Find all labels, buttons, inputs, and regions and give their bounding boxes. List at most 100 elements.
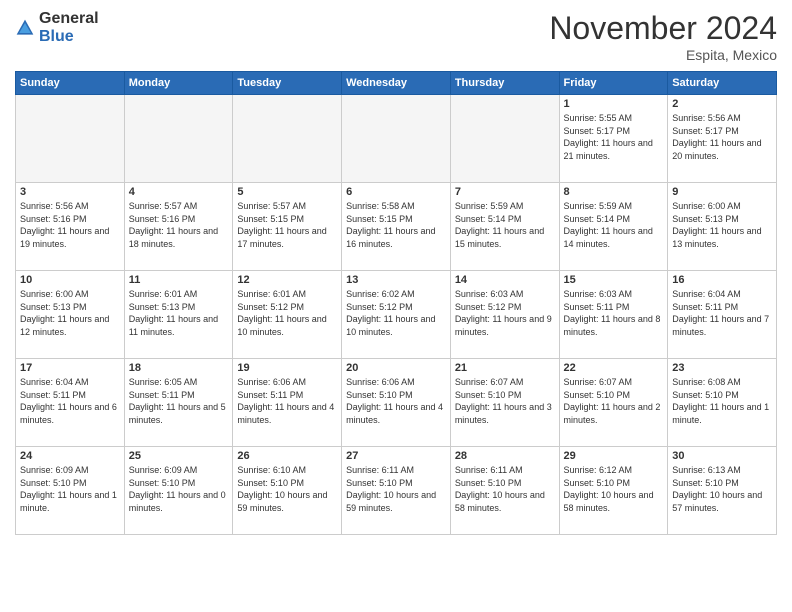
day-info: Sunrise: 6:05 AMSunset: 5:11 PMDaylight:… [129, 376, 229, 426]
calendar-cell: 1 Sunrise: 5:55 AMSunset: 5:17 PMDaylight… [559, 95, 668, 183]
day-number: 8 [564, 186, 664, 198]
calendar-cell: 10Sunrise: 6:00 AMSunset: 5:13 PMDayligh… [16, 271, 125, 359]
calendar-cell [124, 95, 233, 183]
calendar-cell: 15 Sunrise: 6:03 AMSunset: 5:11 PMDayligh… [559, 271, 668, 359]
logo-blue: Blue [39, 28, 74, 45]
day-info: Sunrise: 6:09 AMSunset: 5:10 PMDaylight:… [20, 464, 120, 514]
day-info: Sunrise: 5:58 AMSunset: 5:15 PMDaylight:… [346, 200, 446, 250]
day-info: Sunrise: 6:03 AMSunset: 5:12 PMDaylight:… [455, 288, 555, 338]
calendar-cell: 12 Sunrise: 6:01 AMSunset: 5:12 PMDayligh… [233, 271, 342, 359]
calendar-cell: 3 Sunrise: 5:56 AMSunset: 5:16 PMDaylight… [16, 183, 125, 271]
day-number: 27 [346, 450, 446, 462]
day-info: Sunrise: 6:07 AMSunset: 5:10 PMDaylight:… [455, 376, 555, 426]
day-number: 24 [20, 450, 120, 462]
calendar-week-row: 17 Sunrise: 6:04 AMSunset: 5:11 PMDayligh… [16, 359, 777, 447]
day-number: 1 [564, 98, 664, 110]
calendar-cell: 16Sunrise: 6:04 AMSunset: 5:11 PMDayligh… [668, 271, 777, 359]
calendar-cell: 14 Sunrise: 6:03 AMSunset: 5:12 PMDayligh… [450, 271, 559, 359]
weekday-header: Sunday [16, 72, 125, 95]
calendar-cell: 24 Sunrise: 6:09 AMSunset: 5:10 PMDayligh… [16, 447, 125, 535]
day-info: Sunrise: 6:09 AMSunset: 5:10 PMDaylight:… [129, 464, 229, 514]
day-number: 18 [129, 362, 229, 374]
calendar-week-row: 10Sunrise: 6:00 AMSunset: 5:13 PMDayligh… [16, 271, 777, 359]
calendar-cell [450, 95, 559, 183]
day-number: 13 [346, 274, 446, 286]
day-info: Sunrise: 6:13 AMSunset: 5:10 PMDaylight:… [672, 464, 772, 514]
day-info: Sunrise: 5:59 AMSunset: 5:14 PMDaylight:… [564, 200, 664, 250]
day-number: 17 [20, 362, 120, 374]
day-number: 15 [564, 274, 664, 286]
calendar-cell: 9 Sunrise: 6:00 AMSunset: 5:13 PMDaylight… [668, 183, 777, 271]
day-info: Sunrise: 5:56 AMSunset: 5:17 PMDaylight:… [672, 112, 772, 162]
day-info: Sunrise: 6:01 AMSunset: 5:13 PMDaylight:… [129, 288, 229, 338]
day-info: Sunrise: 6:01 AMSunset: 5:12 PMDaylight:… [237, 288, 337, 338]
weekday-header: Friday [559, 72, 668, 95]
day-info: Sunrise: 5:57 AMSunset: 5:16 PMDaylight:… [129, 200, 229, 250]
calendar-cell: 19Sunrise: 6:06 AMSunset: 5:11 PMDayligh… [233, 359, 342, 447]
day-info: Sunrise: 6:11 AMSunset: 5:10 PMDaylight:… [346, 464, 446, 514]
day-number: 2 [672, 98, 772, 110]
day-info: Sunrise: 6:08 AMSunset: 5:10 PMDaylight:… [672, 376, 772, 426]
page: General Blue November 2024 Espita, Mexic… [0, 0, 792, 612]
calendar-cell: 21 Sunrise: 6:07 AMSunset: 5:10 PMDayligh… [450, 359, 559, 447]
day-info: Sunrise: 5:56 AMSunset: 5:16 PMDaylight:… [20, 200, 120, 250]
day-number: 6 [346, 186, 446, 198]
calendar-week-row: 24 Sunrise: 6:09 AMSunset: 5:10 PMDayligh… [16, 447, 777, 535]
calendar-week-row: 1 Sunrise: 5:55 AMSunset: 5:17 PMDaylight… [16, 95, 777, 183]
logo-icon [15, 18, 35, 38]
calendar-cell: 17 Sunrise: 6:04 AMSunset: 5:11 PMDayligh… [16, 359, 125, 447]
day-number: 14 [455, 274, 555, 286]
day-number: 21 [455, 362, 555, 374]
calendar-cell: 23 Sunrise: 6:08 AMSunset: 5:10 PMDayligh… [668, 359, 777, 447]
calendar-cell: 5Sunrise: 5:57 AMSunset: 5:15 PMDaylight… [233, 183, 342, 271]
day-info: Sunrise: 6:03 AMSunset: 5:11 PMDaylight:… [564, 288, 664, 338]
calendar-cell [233, 95, 342, 183]
day-number: 5 [237, 186, 337, 198]
calendar-week-row: 3 Sunrise: 5:56 AMSunset: 5:16 PMDaylight… [16, 183, 777, 271]
day-number: 25 [129, 450, 229, 462]
calendar-cell: 25 Sunrise: 6:09 AMSunset: 5:10 PMDayligh… [124, 447, 233, 535]
calendar-cell: 26Sunrise: 6:10 AMSunset: 5:10 PMDayligh… [233, 447, 342, 535]
day-info: Sunrise: 6:07 AMSunset: 5:10 PMDaylight:… [564, 376, 664, 426]
calendar-cell: 22Sunrise: 6:07 AMSunset: 5:10 PMDayligh… [559, 359, 668, 447]
calendar-cell: 4 Sunrise: 5:57 AMSunset: 5:16 PMDaylight… [124, 183, 233, 271]
day-number: 19 [237, 362, 337, 374]
day-number: 20 [346, 362, 446, 374]
day-info: Sunrise: 6:04 AMSunset: 5:11 PMDaylight:… [20, 376, 120, 426]
weekday-header: Tuesday [233, 72, 342, 95]
day-info: Sunrise: 6:12 AMSunset: 5:10 PMDaylight:… [564, 464, 664, 514]
day-number: 28 [455, 450, 555, 462]
day-info: Sunrise: 6:00 AMSunset: 5:13 PMDaylight:… [672, 200, 772, 250]
day-number: 9 [672, 186, 772, 198]
calendar-cell: 29 Sunrise: 6:12 AMSunset: 5:10 PMDayligh… [559, 447, 668, 535]
calendar-cell: 11 Sunrise: 6:01 AMSunset: 5:13 PMDayligh… [124, 271, 233, 359]
day-number: 4 [129, 186, 229, 198]
location: Espita, Mexico [549, 47, 777, 63]
logo: General Blue [15, 10, 99, 45]
day-number: 11 [129, 274, 229, 286]
day-number: 10 [20, 274, 120, 286]
day-number: 23 [672, 362, 772, 374]
weekday-header: Thursday [450, 72, 559, 95]
calendar-cell: 30 Sunrise: 6:13 AMSunset: 5:10 PMDayligh… [668, 447, 777, 535]
calendar-cell: 18 Sunrise: 6:05 AMSunset: 5:11 PMDayligh… [124, 359, 233, 447]
calendar-cell: 28Sunrise: 6:11 AMSunset: 5:10 PMDayligh… [450, 447, 559, 535]
day-info: Sunrise: 6:06 AMSunset: 5:10 PMDaylight:… [346, 376, 446, 426]
calendar-cell: 13 Sunrise: 6:02 AMSunset: 5:12 PMDayligh… [342, 271, 451, 359]
weekday-header: Saturday [668, 72, 777, 95]
calendar-cell: 8 Sunrise: 5:59 AMSunset: 5:14 PMDaylight… [559, 183, 668, 271]
day-number: 30 [672, 450, 772, 462]
calendar-cell: 7Sunrise: 5:59 AMSunset: 5:14 PMDaylight… [450, 183, 559, 271]
day-number: 29 [564, 450, 664, 462]
weekday-header-row: SundayMondayTuesdayWednesdayThursdayFrid… [16, 72, 777, 95]
day-info: Sunrise: 5:55 AMSunset: 5:17 PMDaylight:… [564, 112, 664, 162]
calendar-cell: 27 Sunrise: 6:11 AMSunset: 5:10 PMDayligh… [342, 447, 451, 535]
header: General Blue November 2024 Espita, Mexic… [15, 10, 777, 63]
day-number: 3 [20, 186, 120, 198]
day-info: Sunrise: 6:02 AMSunset: 5:12 PMDaylight:… [346, 288, 446, 338]
calendar-cell: 20 Sunrise: 6:06 AMSunset: 5:10 PMDayligh… [342, 359, 451, 447]
day-number: 12 [237, 274, 337, 286]
calendar-cell [16, 95, 125, 183]
weekday-header: Monday [124, 72, 233, 95]
day-number: 7 [455, 186, 555, 198]
